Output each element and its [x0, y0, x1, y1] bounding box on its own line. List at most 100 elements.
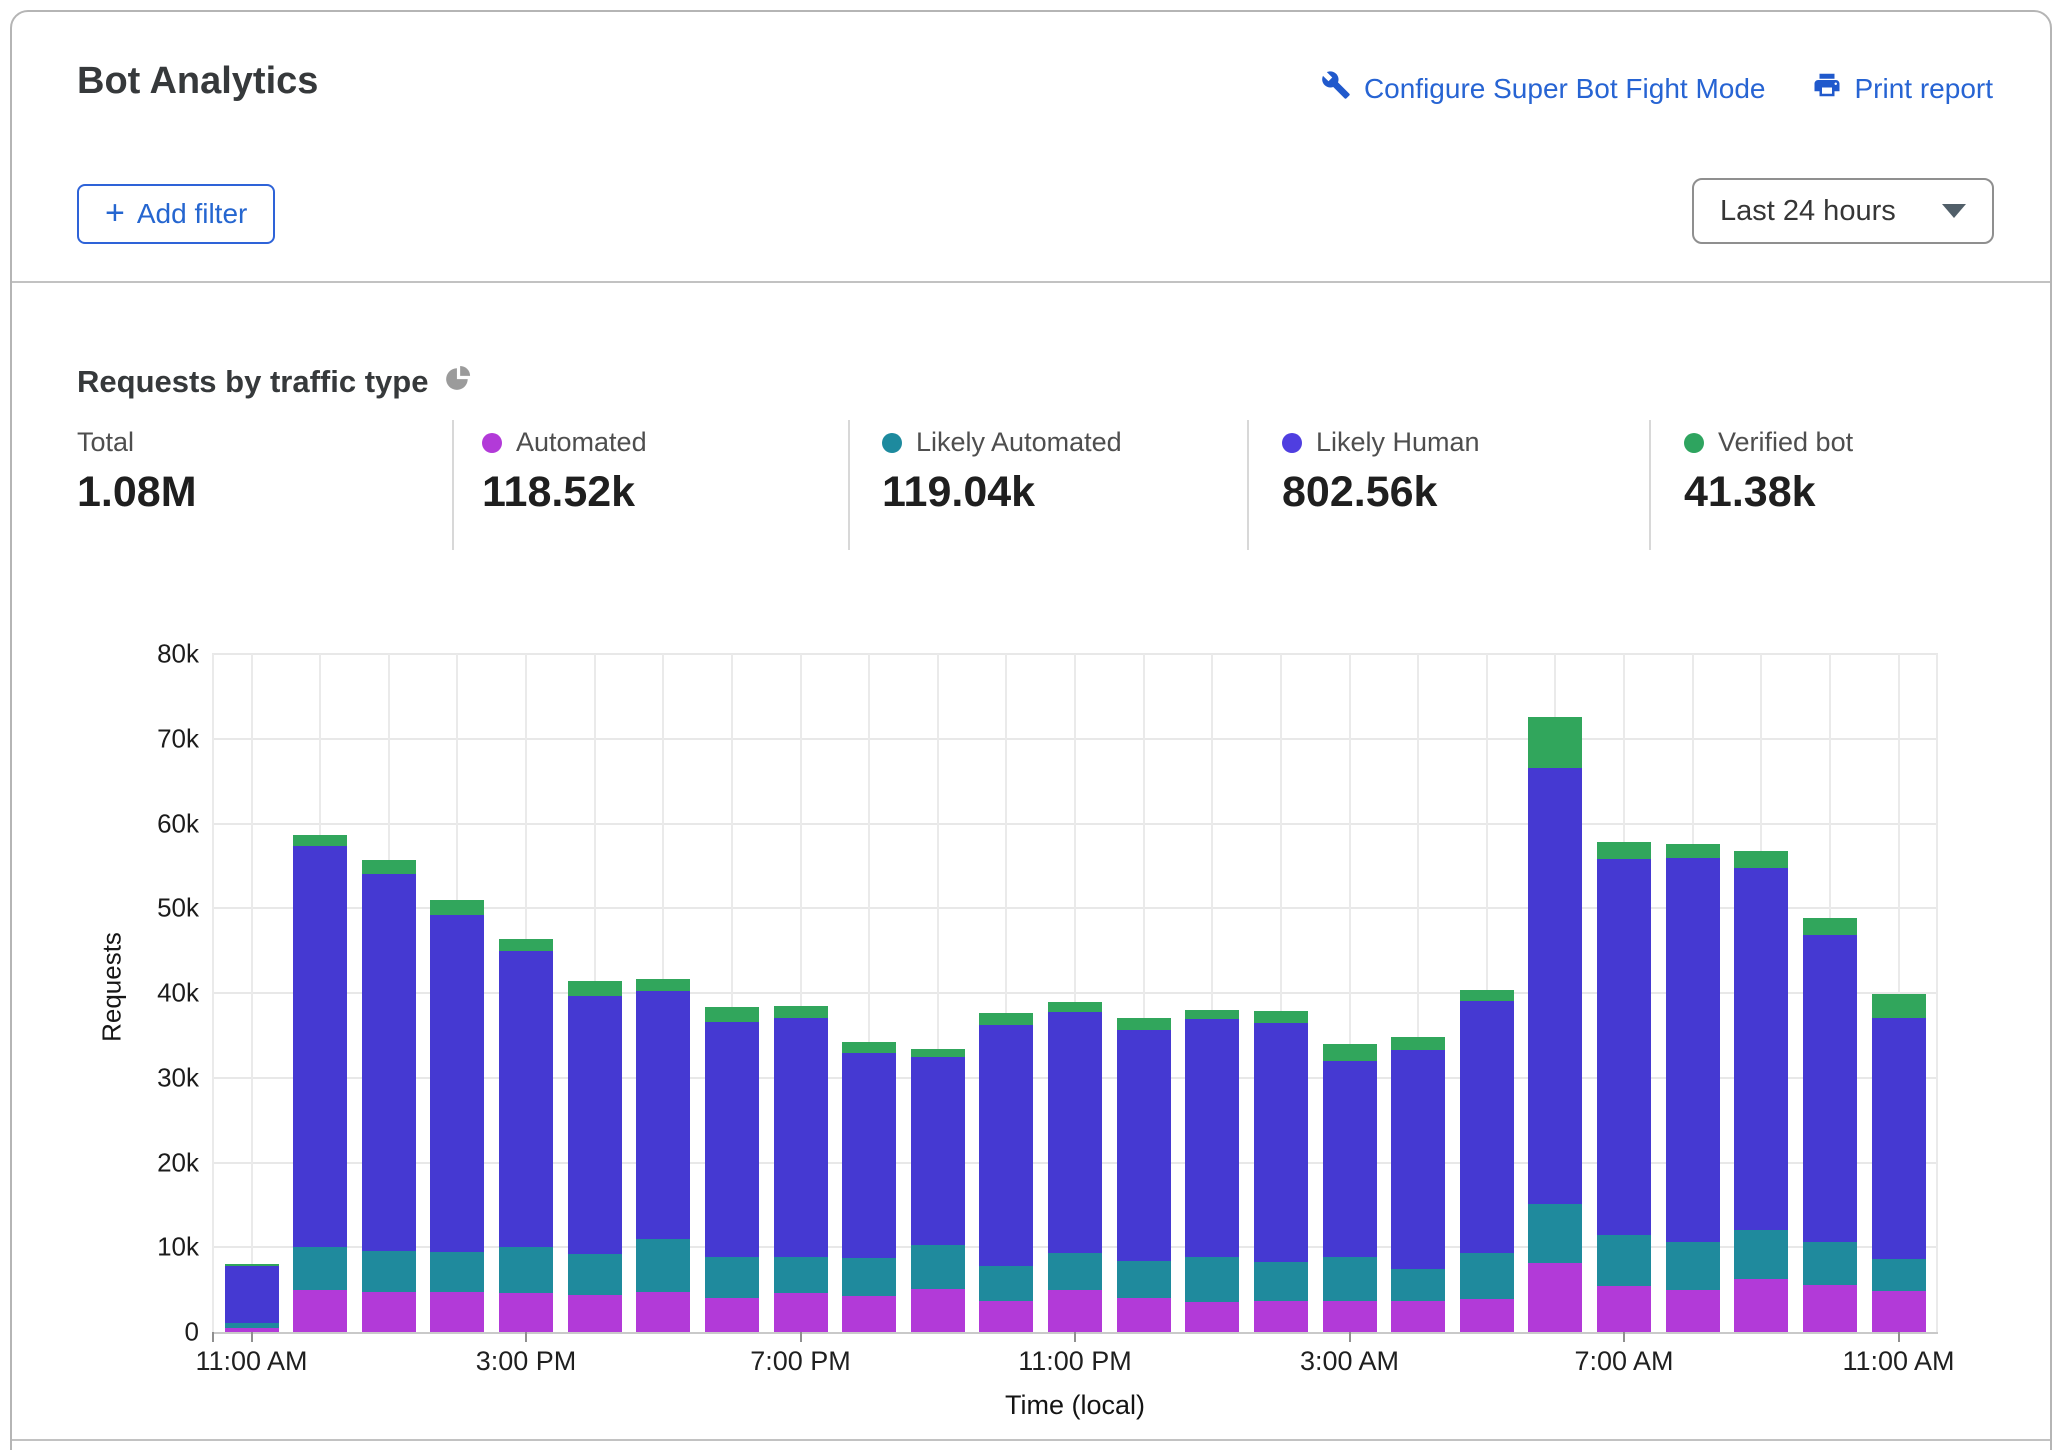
bar-segment-automated[interactable]: [1734, 1279, 1788, 1332]
bar-segment-verified-bot[interactable]: [1803, 918, 1857, 935]
bar-segment-verified-bot[interactable]: [1254, 1011, 1308, 1023]
bar-segment-likely-human[interactable]: [911, 1057, 965, 1244]
bar-segment-likely-human[interactable]: [1803, 935, 1857, 1243]
add-filter-button[interactable]: + Add filter: [77, 184, 275, 244]
bar-segment-likely-human[interactable]: [1048, 1012, 1102, 1254]
bar-segment-likely-automated[interactable]: [1391, 1269, 1445, 1300]
bar-segment-likely-automated[interactable]: [568, 1254, 622, 1295]
bar-segment-likely-human[interactable]: [774, 1018, 828, 1257]
bar-segment-verified-bot[interactable]: [705, 1007, 759, 1021]
bar-segment-likely-automated[interactable]: [1734, 1230, 1788, 1279]
bar-segment-automated[interactable]: [1391, 1301, 1445, 1332]
bar-segment-automated[interactable]: [1254, 1301, 1308, 1332]
bar-segment-automated[interactable]: [499, 1293, 553, 1332]
bar-segment-verified-bot[interactable]: [1528, 717, 1582, 768]
bar-segment-likely-automated[interactable]: [1323, 1257, 1377, 1300]
bar-segment-likely-human[interactable]: [1528, 768, 1582, 1204]
bar-segment-likely-automated[interactable]: [293, 1247, 347, 1289]
bar-segment-verified-bot[interactable]: [1048, 1002, 1102, 1011]
bar-segment-automated[interactable]: [430, 1292, 484, 1332]
bar-segment-verified-bot[interactable]: [430, 900, 484, 915]
bar-segment-likely-automated[interactable]: [1048, 1253, 1102, 1289]
bar-segment-likely-human[interactable]: [1734, 868, 1788, 1231]
bar-segment-likely-human[interactable]: [1117, 1030, 1171, 1261]
bar-segment-verified-bot[interactable]: [636, 979, 690, 992]
bar-segment-automated[interactable]: [1117, 1298, 1171, 1332]
bar-segment-likely-human[interactable]: [430, 915, 484, 1252]
bar-segment-verified-bot[interactable]: [1597, 842, 1651, 859]
bar-segment-automated[interactable]: [979, 1301, 1033, 1332]
bar-segment-likely-automated[interactable]: [979, 1266, 1033, 1301]
bar-segment-likely-automated[interactable]: [1666, 1242, 1720, 1289]
bar-segment-automated[interactable]: [774, 1293, 828, 1332]
bar-segment-likely-automated[interactable]: [636, 1239, 690, 1292]
bar-segment-verified-bot[interactable]: [1460, 990, 1514, 1002]
bar-segment-likely-automated[interactable]: [842, 1258, 896, 1296]
bar-segment-automated[interactable]: [1666, 1290, 1720, 1332]
bar-segment-likely-human[interactable]: [705, 1022, 759, 1258]
print-report-link[interactable]: Print report: [1812, 70, 1994, 107]
bar-segment-verified-bot[interactable]: [1391, 1037, 1445, 1050]
bar-segment-likely-automated[interactable]: [1803, 1242, 1857, 1284]
bar-segment-likely-automated[interactable]: [1254, 1262, 1308, 1301]
bar-segment-likely-human[interactable]: [293, 846, 347, 1247]
bar-segment-verified-bot[interactable]: [362, 860, 416, 874]
bar-segment-likely-automated[interactable]: [1597, 1235, 1651, 1286]
bar-segment-automated[interactable]: [1185, 1302, 1239, 1333]
bar-segment-likely-automated[interactable]: [774, 1257, 828, 1293]
bar-segment-verified-bot[interactable]: [293, 835, 347, 846]
configure-super-bot-fight-mode-link[interactable]: Configure Super Bot Fight Mode: [1321, 70, 1766, 107]
bar-segment-verified-bot[interactable]: [1185, 1010, 1239, 1019]
bar-segment-verified-bot[interactable]: [774, 1006, 828, 1019]
bar-segment-verified-bot[interactable]: [979, 1013, 1033, 1025]
bar-segment-likely-human[interactable]: [1597, 859, 1651, 1235]
bar-segment-likely-automated[interactable]: [705, 1257, 759, 1298]
bar-segment-likely-human[interactable]: [636, 991, 690, 1238]
bar-segment-automated[interactable]: [1323, 1301, 1377, 1332]
bar-segment-verified-bot[interactable]: [842, 1042, 896, 1053]
bar-segment-automated[interactable]: [1048, 1290, 1102, 1332]
bar-segment-likely-human[interactable]: [568, 996, 622, 1254]
bar-segment-likely-automated[interactable]: [225, 1323, 279, 1328]
bar-segment-likely-automated[interactable]: [362, 1251, 416, 1293]
bar-segment-automated[interactable]: [293, 1290, 347, 1332]
bar-segment-automated[interactable]: [911, 1289, 965, 1332]
bar-segment-verified-bot[interactable]: [1666, 844, 1720, 858]
bar-segment-verified-bot[interactable]: [1323, 1044, 1377, 1061]
bar-segment-automated[interactable]: [1528, 1263, 1582, 1332]
bar-segment-likely-automated[interactable]: [1528, 1204, 1582, 1262]
bar-segment-verified-bot[interactable]: [1872, 994, 1926, 1019]
bar-segment-likely-automated[interactable]: [430, 1252, 484, 1292]
bar-segment-likely-human[interactable]: [1391, 1050, 1445, 1270]
bar-segment-likely-automated[interactable]: [1117, 1261, 1171, 1298]
bar-segment-automated[interactable]: [1460, 1299, 1514, 1332]
bar-segment-likely-human[interactable]: [499, 951, 553, 1247]
bar-segment-automated[interactable]: [568, 1295, 622, 1332]
bar-segment-likely-automated[interactable]: [499, 1247, 553, 1293]
bar-segment-automated[interactable]: [636, 1292, 690, 1332]
bar-segment-verified-bot[interactable]: [1117, 1018, 1171, 1030]
bar-segment-verified-bot[interactable]: [568, 981, 622, 995]
bar-segment-likely-automated[interactable]: [1460, 1253, 1514, 1299]
bar-segment-verified-bot[interactable]: [499, 939, 553, 952]
bar-segment-likely-human[interactable]: [1666, 858, 1720, 1242]
bar-segment-automated[interactable]: [1803, 1285, 1857, 1332]
bar-segment-likely-human[interactable]: [225, 1266, 279, 1323]
bar-segment-likely-automated[interactable]: [1185, 1257, 1239, 1302]
bar-segment-automated[interactable]: [705, 1298, 759, 1332]
bar-segment-automated[interactable]: [1872, 1291, 1926, 1332]
bar-segment-likely-human[interactable]: [1323, 1061, 1377, 1258]
time-range-select[interactable]: Last 24 hours: [1692, 178, 1994, 244]
bar-segment-likely-human[interactable]: [1872, 1018, 1926, 1259]
bar-segment-automated[interactable]: [842, 1296, 896, 1332]
bar-segment-likely-human[interactable]: [362, 874, 416, 1250]
bar-segment-likely-human[interactable]: [1185, 1019, 1239, 1256]
bar-segment-automated[interactable]: [1597, 1286, 1651, 1332]
bar-segment-likely-human[interactable]: [1254, 1023, 1308, 1262]
bar-segment-likely-automated[interactable]: [1872, 1259, 1926, 1291]
bar-segment-verified-bot[interactable]: [911, 1049, 965, 1057]
bar-segment-likely-automated[interactable]: [911, 1245, 965, 1289]
bar-segment-verified-bot[interactable]: [225, 1264, 279, 1266]
bar-segment-automated[interactable]: [362, 1292, 416, 1332]
bar-segment-likely-human[interactable]: [1460, 1001, 1514, 1253]
